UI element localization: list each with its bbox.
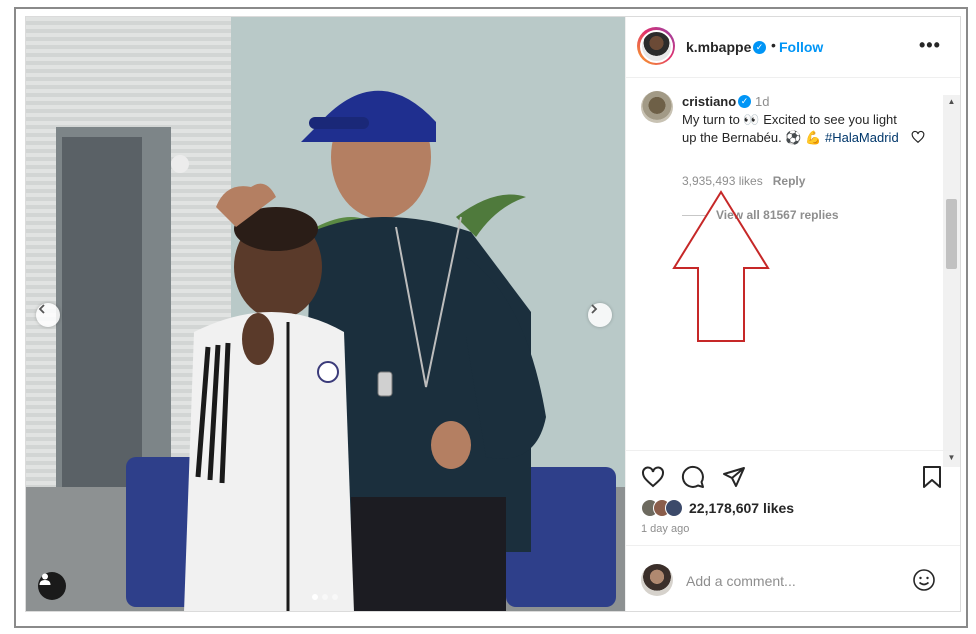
verified-badge-icon: ✓ [753,41,766,54]
view-replies-button[interactable]: View all 81567 replies [716,208,839,222]
scroll-up-arrow-icon[interactable]: ▲ [943,97,960,109]
carousel-dot [322,594,328,600]
chevron-left-icon [38,304,45,314]
comments-scrollbar[interactable]: ▲ ▼ [943,95,960,467]
comment-time: 1d [755,94,770,109]
reply-button[interactable]: Reply [773,174,806,188]
add-comment-input[interactable] [684,570,908,592]
comments-section: cristiano ✓ 1d My turn to 👀 Excited to s… [626,78,960,450]
post-modal: k.mbappe ✓ • Follow ••• cristiano ✓ 1d M… [25,16,961,612]
verified-badge-icon: ✓ [738,95,751,108]
author-avatar-image [639,29,673,63]
scrollbar-thumb[interactable] [946,199,957,269]
comment-bubble-icon[interactable] [681,465,705,489]
comment-meta: 3,935,493 likes Reply [682,174,805,188]
current-user-avatar [641,564,673,596]
hashtag-link[interactable]: #HalaMadrid [825,130,899,145]
post-actions: 22,178,607 likes 1 day ago [626,450,960,545]
replies-divider [682,215,706,216]
post-time-ago: 1 day ago [641,523,690,535]
carousel-dot [332,594,338,600]
post-photo[interactable] [26,17,625,611]
follow-button[interactable]: Follow [779,39,823,55]
more-options-icon[interactable]: ••• [919,35,941,56]
separator-dot: • [771,37,776,53]
author-username[interactable]: k.mbappe [686,39,751,55]
next-photo-button[interactable] [588,303,612,327]
liker-avatar [665,499,683,517]
post-sidebar: k.mbappe ✓ • Follow ••• cristiano ✓ 1d M… [625,17,960,611]
commenter-avatar[interactable] [641,91,673,123]
heart-icon[interactable] [641,465,665,489]
smiley-icon[interactable] [912,568,936,592]
comment-text: My turn to 👀 Excited to see you light up… [682,111,912,147]
photo-illustration [26,17,625,611]
likes-count[interactable]: 22,178,607 likes [689,500,794,516]
likes-row: 22,178,607 likes [641,499,794,517]
commenter-username[interactable]: cristiano [682,94,736,109]
add-comment-bar [626,545,960,611]
bookmark-icon[interactable] [921,465,943,489]
carousel-dot-active [312,594,318,600]
chevron-right-icon [591,304,598,314]
post-header: k.mbappe ✓ • Follow ••• [626,17,960,78]
paper-plane-icon[interactable] [722,465,746,489]
tagged-users-button[interactable] [38,572,66,600]
carousel-indicator [312,594,338,600]
comment-like-heart-icon[interactable] [911,130,925,144]
person-icon [39,573,51,585]
author-avatar[interactable] [637,27,675,65]
comment-likes-count[interactable]: 3,935,493 likes [682,174,763,188]
previous-photo-button[interactable] [36,303,60,327]
